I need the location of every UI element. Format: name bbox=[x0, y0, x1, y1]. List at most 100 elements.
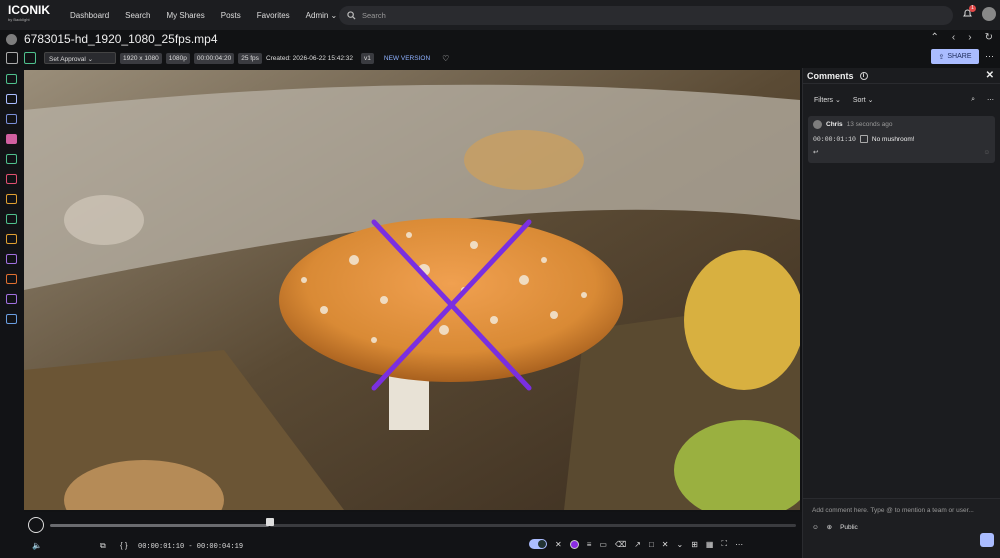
search-input[interactable]: Search bbox=[339, 6, 953, 25]
chevron-down-icon[interactable]: ⌄ bbox=[677, 540, 684, 549]
asset-title: 6783015-hd_1920_1080_25fps.mp4 bbox=[24, 32, 218, 46]
comment-card[interactable]: Chris 13 seconds ago 00:00:01:10 No mush… bbox=[808, 116, 995, 163]
color-picker[interactable] bbox=[569, 539, 579, 549]
faces-icon[interactable] bbox=[6, 214, 17, 224]
more-icon[interactable]: ⋯ bbox=[987, 96, 994, 104]
close-icon[interactable]: ✕ bbox=[986, 70, 994, 81]
comment-input[interactable]: Add comment here. Type @ to mention a te… bbox=[812, 505, 992, 516]
more-icon[interactable]: ⋯ bbox=[985, 51, 994, 62]
nav-posts[interactable]: Posts bbox=[213, 11, 249, 20]
preview-icon[interactable] bbox=[6, 52, 18, 64]
progress-played[interactable] bbox=[50, 524, 269, 527]
visibility-select[interactable]: Public bbox=[840, 522, 858, 533]
composer-footer: ☺ ⊕ Public bbox=[812, 522, 992, 533]
history-icon[interactable] bbox=[6, 294, 17, 304]
share-button[interactable]: ⇪ SHARE bbox=[931, 49, 979, 64]
timeline-icon[interactable] bbox=[6, 114, 17, 124]
search-placeholder: Search bbox=[362, 11, 386, 20]
nav-links: Dashboard Search My Shares Posts Favorit… bbox=[62, 11, 345, 20]
grid-icon[interactable]: ▦ bbox=[706, 540, 714, 549]
asset-titlebar: 6783015-hd_1920_1080_25fps.mp4 ⌃ ‹ › ↻ bbox=[0, 30, 1000, 48]
volume-icon[interactable]: 🔈 bbox=[32, 541, 42, 550]
player-controls: 🔈 ⧉ { } 00:00:01:10 - 00:00:04:19 ✕ ≡ ▭ … bbox=[24, 512, 802, 558]
nav-dashboard[interactable]: Dashboard bbox=[62, 11, 117, 20]
share-label: SHARE bbox=[947, 53, 972, 60]
more-icon[interactable]: ⋯ bbox=[735, 540, 743, 549]
created-date: Created: 2026-06-22 15:42:32 bbox=[265, 54, 354, 62]
chevron-up-icon[interactable]: ⌃ bbox=[931, 32, 939, 43]
layout-icon[interactable]: ⊞ bbox=[691, 540, 698, 549]
comments-filters: Filters ⌄ Sort ⌄ ⌕ ⋯ bbox=[803, 84, 1000, 116]
iconik-logo[interactable]: ICONIK by Backlight bbox=[8, 4, 50, 25]
refresh-icon[interactable]: ↻ bbox=[985, 32, 993, 43]
export-icon[interactable] bbox=[6, 274, 17, 284]
camera-icon[interactable] bbox=[6, 234, 17, 244]
rectangle-icon[interactable]: □ bbox=[649, 540, 654, 549]
drawing-icon bbox=[859, 135, 868, 143]
play-icon[interactable] bbox=[28, 517, 44, 533]
video-frame[interactable] bbox=[24, 70, 800, 510]
stroke-icon[interactable]: ≡ bbox=[587, 540, 592, 549]
left-sidebar bbox=[0, 68, 24, 558]
close-icon[interactable]: ✕ bbox=[555, 540, 562, 549]
search-icon bbox=[347, 11, 356, 20]
emoji-icon[interactable]: ☺ bbox=[812, 522, 819, 533]
top-nav: ICONIK by Backlight Dashboard Search My S… bbox=[0, 0, 1000, 30]
annotation-toggle[interactable] bbox=[529, 539, 547, 549]
nav-search[interactable]: Search bbox=[117, 11, 158, 20]
nav-my-shares[interactable]: My Shares bbox=[159, 11, 213, 20]
approval-icon[interactable] bbox=[6, 134, 17, 144]
playhead[interactable] bbox=[266, 518, 274, 526]
format-tag: 1080p bbox=[165, 52, 190, 64]
hierarchy-icon[interactable] bbox=[6, 314, 17, 324]
transcripts-icon[interactable] bbox=[6, 174, 17, 184]
files-icon[interactable] bbox=[6, 194, 17, 204]
relations-icon[interactable] bbox=[6, 254, 17, 264]
version-tag[interactable]: v1 bbox=[361, 52, 374, 64]
resolution-tag: 1920 x 1080 bbox=[120, 52, 162, 64]
marker-icon[interactable]: { } bbox=[120, 541, 128, 550]
nav-favorites[interactable]: Favorites bbox=[249, 11, 298, 20]
heart-icon[interactable]: ♡ bbox=[442, 54, 449, 63]
comments-icon[interactable] bbox=[6, 94, 17, 104]
asset-toolbar: Set Approval ⌄ 1920 x 1080 1080p 00:00:0… bbox=[0, 49, 1000, 67]
sort-button[interactable]: Sort ⌄ bbox=[853, 96, 874, 104]
share-icon: ⇪ bbox=[938, 53, 945, 61]
duration-tag: 00:00:04:20 bbox=[193, 52, 235, 64]
eraser-icon[interactable]: ⌫ bbox=[615, 540, 626, 549]
search-icon[interactable]: ⌕ bbox=[971, 96, 975, 104]
comment-author: Chris bbox=[826, 121, 843, 128]
notification-badge: 1 bbox=[969, 5, 976, 12]
comment-avatar bbox=[813, 120, 822, 129]
progress-remaining[interactable] bbox=[270, 524, 796, 527]
comments-header: Comments i ✕ bbox=[803, 68, 1000, 84]
loop-icon[interactable]: ⧉ bbox=[100, 541, 106, 551]
annotation-tools: ✕ ≡ ▭ ⌫ ↗ □ ✕ ⌄ ⊞ ▦ ⛶ ⋯ bbox=[529, 539, 743, 549]
cross-icon[interactable]: ✕ bbox=[662, 540, 669, 549]
metadata-icon[interactable] bbox=[6, 74, 17, 84]
chevron-right-icon[interactable]: › bbox=[968, 32, 971, 43]
comment-timecode[interactable]: 00:00:01:10 bbox=[813, 136, 856, 143]
video-still bbox=[24, 70, 800, 510]
new-version-button[interactable]: NEW VERSION bbox=[384, 55, 430, 62]
chevron-left-icon[interactable]: ‹ bbox=[952, 32, 955, 43]
emoji-icon[interactable]: ☺ bbox=[983, 149, 990, 156]
arrow-icon[interactable]: ↗ bbox=[634, 540, 641, 549]
comment-time: 13 seconds ago bbox=[846, 121, 893, 128]
send-button[interactable] bbox=[980, 533, 994, 547]
approval-select[interactable]: Set Approval ⌄ bbox=[44, 52, 116, 64]
comment-composer[interactable]: Add comment here. Type @ to mention a te… bbox=[803, 498, 1000, 558]
owner-avatar bbox=[6, 33, 17, 45]
user-avatar[interactable] bbox=[982, 7, 996, 21]
info-icon[interactable]: i bbox=[859, 71, 868, 80]
frame-icon[interactable]: ▭ bbox=[599, 540, 607, 549]
timecode-display: 00:00:01:10 - 00:00:04:19 bbox=[138, 543, 244, 551]
comments-panel: Comments i ✕ Filters ⌄ Sort ⌄ ⌕ ⋯ Chris … bbox=[802, 68, 1000, 558]
comment-text: No mushroom! bbox=[871, 135, 915, 143]
fullscreen-icon[interactable]: ⛶ bbox=[721, 539, 727, 549]
reply-icon[interactable]: ↩ bbox=[813, 148, 818, 156]
filters-button[interactable]: Filters ⌄ bbox=[814, 96, 841, 104]
transcode-icon[interactable] bbox=[24, 52, 36, 64]
globe-icon[interactable]: ⊕ bbox=[827, 522, 832, 533]
subtitles-icon[interactable] bbox=[6, 154, 17, 164]
